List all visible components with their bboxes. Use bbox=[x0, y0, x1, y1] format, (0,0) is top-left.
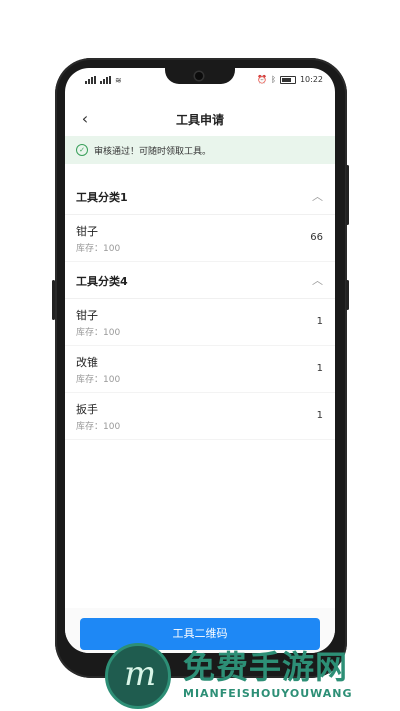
signal-icon bbox=[100, 76, 112, 84]
phone-side-button bbox=[346, 165, 349, 225]
front-camera bbox=[195, 72, 203, 80]
wifi-icon: ≋ bbox=[115, 76, 122, 85]
alarm-icon: ⏰ bbox=[257, 75, 268, 84]
item-stock: 库存：100 bbox=[76, 328, 121, 338]
check-circle-icon: ✓ bbox=[76, 144, 88, 156]
item-qty: 1 bbox=[316, 410, 323, 421]
group-title: 工具分类4 bbox=[76, 275, 128, 288]
item-stock: 库存：100 bbox=[76, 244, 121, 254]
item-qty: 66 bbox=[310, 232, 323, 243]
item-qty: 1 bbox=[316, 316, 323, 327]
chevron-up-icon[interactable]: ︿ bbox=[312, 188, 323, 204]
signal-indicators: ≋ bbox=[85, 76, 122, 85]
phone-side-button bbox=[52, 280, 55, 320]
watermark-logo: m bbox=[105, 643, 171, 709]
watermark-logo-letter: m bbox=[124, 654, 157, 694]
list-item[interactable]: 钳子 库存：100 66 bbox=[65, 215, 335, 262]
group-title: 工具分类1 bbox=[76, 191, 128, 204]
item-name: 钳子 bbox=[76, 309, 98, 322]
status-time: 10:22 bbox=[299, 75, 323, 84]
watermark-title: 免费手游网 bbox=[183, 648, 349, 686]
item-stock: 库存：100 bbox=[76, 375, 121, 385]
signal-icon bbox=[85, 76, 97, 84]
list-item[interactable]: 钳子 库存：100 1 bbox=[65, 299, 335, 346]
group-header[interactable]: 工具分类1 ︿ bbox=[65, 178, 335, 215]
app-screen: ≋ ⏰ ᛒ 10:22 ‹ 工具申请 ✓ 审核通过！可随时领取工具。 工具分类1… bbox=[65, 68, 335, 653]
watermark-subtitle: MIANFEISHOUYOUWANG bbox=[183, 687, 353, 700]
notice-text: 审核通过！可随时领取工具。 bbox=[94, 146, 212, 157]
battery-icon bbox=[279, 75, 296, 84]
item-stock: 库存：100 bbox=[76, 422, 121, 432]
status-right: ⏰ ᛒ 10:22 bbox=[257, 75, 323, 84]
item-name: 扳手 bbox=[76, 403, 98, 416]
item-name: 改锥 bbox=[76, 356, 98, 369]
bluetooth-icon: ᛒ bbox=[271, 75, 276, 84]
item-name: 钳子 bbox=[76, 225, 98, 238]
page-title: 工具申请 bbox=[175, 113, 224, 127]
phone-side-button bbox=[346, 280, 349, 310]
list-item[interactable]: 改锥 库存：100 1 bbox=[65, 346, 335, 393]
chevron-up-icon[interactable]: ︿ bbox=[312, 272, 323, 288]
approval-notice: ✓ 审核通过！可随时领取工具。 bbox=[65, 136, 335, 164]
item-qty: 1 bbox=[316, 363, 323, 374]
nav-bar: ‹ 工具申请 bbox=[65, 102, 335, 136]
group-header[interactable]: 工具分类4 ︿ bbox=[65, 262, 335, 299]
watermark: m 免费手游网 MIANFEISHOUYOUWANG bbox=[105, 640, 395, 709]
list-item[interactable]: 扳手 库存：100 1 bbox=[65, 393, 335, 440]
